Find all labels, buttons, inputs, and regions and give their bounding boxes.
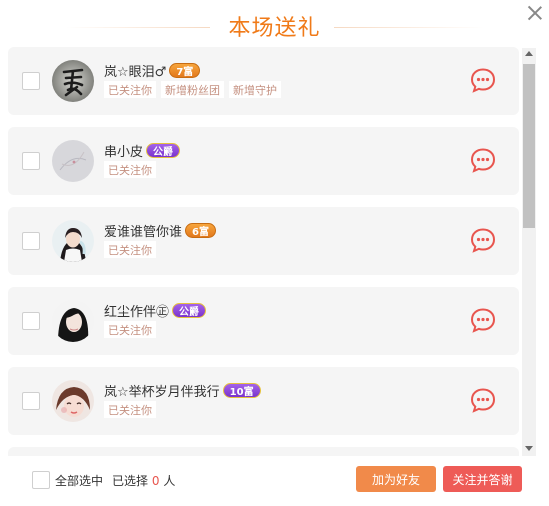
user-name-line: 岚☆眼泪♂ 7富 [104,61,201,80]
chat-bubble-icon[interactable] [470,307,496,333]
select-checkbox[interactable] [22,232,40,250]
noble-badge: 公爵 [172,302,207,318]
user-name: 岚☆举杯岁月伴我行 [104,384,220,400]
tag: 已关注你 [104,81,156,98]
chat-bubble-icon[interactable] [470,147,496,173]
tag: 新增守护 [229,81,281,98]
chat-bubble-icon[interactable] [470,387,496,413]
tag: 已关注你 [104,401,156,418]
list-item: 爱谁谁管你谁 6富 已关注你 [8,207,519,275]
avatar[interactable] [52,380,94,422]
user-name: 岚☆眼泪♂ [104,64,167,80]
close-icon[interactable] [526,4,544,22]
list-item: 岚☆举杯岁月伴我行 10富 已关注你 [8,367,519,435]
select-all-checkbox[interactable] [32,471,50,489]
wealth-badge: 6富 [185,222,216,238]
tag: 新增粉丝团 [161,81,224,98]
avatar[interactable] [52,220,94,262]
title-divider-right [334,27,484,28]
dialog-header: 本场送礼 [0,0,549,44]
scroll-down-arrow-icon[interactable] [525,446,533,451]
selected-prefix: 已选择 [112,474,149,488]
dialog-title: 本场送礼 [228,16,321,41]
gift-sender-list[interactable]: 岚☆眼泪♂ 7富 已关注你 新增粉丝团 新增守护 串小皮 公爵 已关注你 爱谁谁… [0,44,538,456]
tag-list: 已关注你 [104,161,161,178]
user-name-line: 岚☆举杯岁月伴我行 10富 [104,381,261,400]
tag-list: 已关注你 [104,321,161,338]
add-friend-button[interactable]: 加为好友 [356,466,436,492]
user-name: 串小皮 [104,144,144,160]
wealth-badge: 7富 [169,62,201,78]
selected-count: 0 [151,474,160,488]
tag: 已关注你 [104,161,156,178]
tag: 已关注你 [104,241,156,258]
wealth-badge: 10富 [222,382,261,398]
chat-bubble-icon[interactable] [470,227,496,253]
user-name: 爱谁谁管你谁 [104,224,183,240]
scroll-up-arrow-icon[interactable] [525,51,533,56]
select-all-label[interactable]: 全部选中 [55,472,103,489]
dialog-footer: 全部选中 已选择 0 人 加为好友 关注并答谢 [0,456,549,506]
select-checkbox[interactable] [22,72,40,90]
follow-and-thank-button[interactable]: 关注并答谢 [443,466,522,492]
tag-list: 已关注你 [104,401,161,418]
scrollbar-thumb[interactable] [523,64,535,228]
user-name-line: 爱谁谁管你谁 6富 [104,221,216,240]
tag-list: 已关注你 新增粉丝团 新增守护 [104,81,286,98]
user-name: 红尘作伴㊣ [104,304,170,320]
selected-suffix: 人 [163,474,176,488]
select-checkbox[interactable] [22,312,40,330]
user-name-line: 红尘作伴㊣ 公爵 [104,301,207,320]
select-checkbox[interactable] [22,392,40,410]
list-item: 红尘作伴㊣ 公爵 已关注你 [8,287,519,355]
list-item: 岚☆眼泪♂ 7富 已关注你 新增粉丝团 新增守护 [8,47,519,115]
avatar[interactable] [52,60,94,102]
noble-badge: 公爵 [146,142,181,158]
list-item: 串小皮 公爵 已关注你 [8,127,519,195]
select-checkbox[interactable] [22,152,40,170]
user-name-line: 串小皮 公爵 [104,141,181,160]
tag-list: 已关注你 [104,241,161,258]
avatar[interactable] [52,300,94,342]
tag: 已关注你 [104,321,156,338]
avatar[interactable] [52,140,94,182]
selected-count-text: 已选择 0 人 [112,472,175,489]
scrollbar[interactable] [522,48,536,456]
list-item [8,447,519,456]
chat-bubble-icon[interactable] [470,67,496,93]
